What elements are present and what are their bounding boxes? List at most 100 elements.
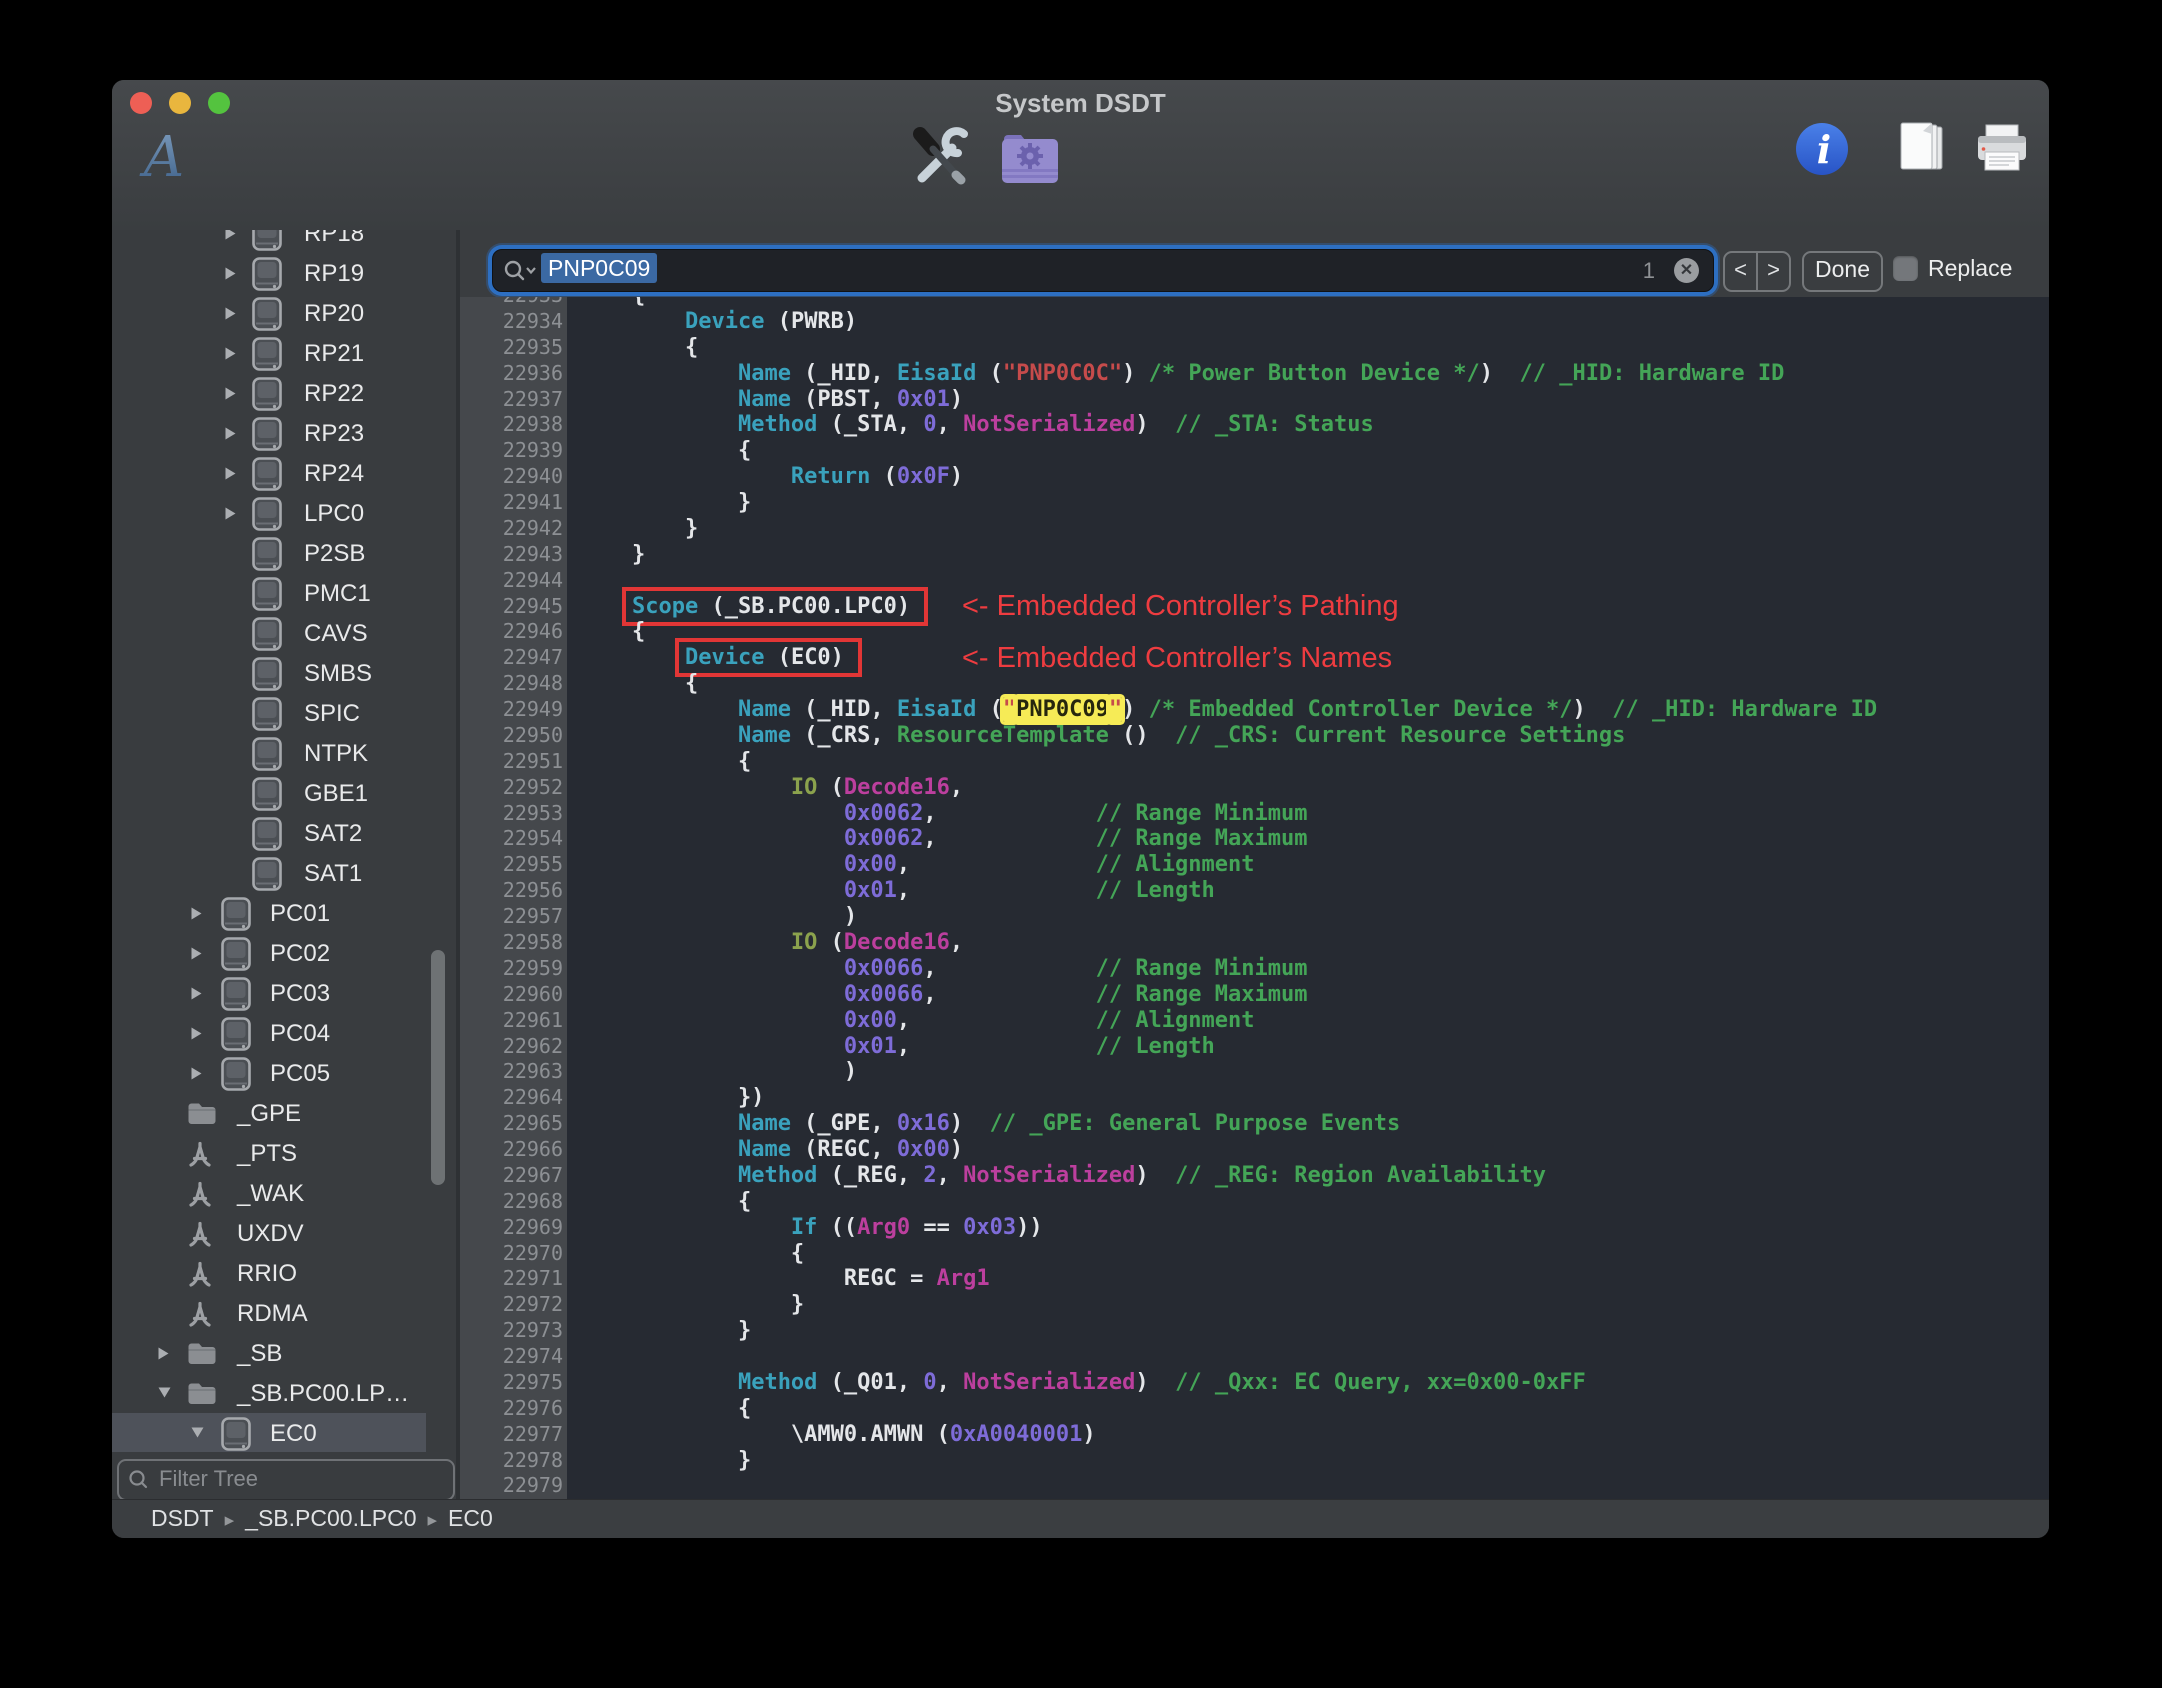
tree-item-CAVS[interactable]: CAVS	[112, 613, 456, 654]
tree-item-RP24[interactable]: RP24	[112, 453, 456, 494]
disclosure-collapsed-icon[interactable]	[190, 1066, 203, 1086]
code-line-22934[interactable]: Device (PWRB)	[567, 309, 2049, 335]
code-line-22964[interactable]: })	[567, 1085, 2049, 1111]
code-line-22948[interactable]: {	[567, 671, 2049, 697]
code-line-22935[interactable]: {	[567, 335, 2049, 361]
tree-item-EC0[interactable]: EC0	[112, 1413, 426, 1452]
tree-item-PC05[interactable]: PC05	[112, 1053, 456, 1094]
code-line-22971[interactable]: REGC = Arg1	[567, 1266, 2049, 1292]
code-line-22951[interactable]: {	[567, 749, 2049, 775]
code-area[interactable]: <- Embedded Controller’s Pathing <- Embe…	[567, 297, 2049, 1500]
disclosure-collapsed-icon[interactable]	[224, 266, 237, 286]
code-line-22933[interactable]: {	[567, 297, 2049, 309]
tree-item-RP22[interactable]: RP22	[112, 373, 456, 414]
tree-item-RRIO[interactable]: RRIO	[112, 1253, 456, 1294]
done-button[interactable]: Done	[1802, 251, 1883, 292]
replace-checkbox[interactable]	[1893, 256, 1918, 281]
tree-item-NTPK[interactable]: NTPK	[112, 733, 456, 774]
code-line-22955[interactable]: 0x00, // Alignment	[567, 852, 2049, 878]
tree-item-UXDV[interactable]: UXDV	[112, 1213, 456, 1254]
tree-item-_SB.PC00.LP…[interactable]: _SB.PC00.LP…	[112, 1373, 456, 1414]
find-next-button[interactable]: >	[1758, 253, 1789, 290]
tree-item-GBE1[interactable]: GBE1	[112, 773, 456, 814]
disclosure-expanded-icon[interactable]	[190, 1426, 205, 1444]
tree-item-SMBS[interactable]: SMBS	[112, 653, 456, 694]
tree-item-LPC0[interactable]: LPC0	[112, 493, 456, 534]
code-line-22946[interactable]: {	[567, 619, 2049, 645]
tree-item-RP19[interactable]: RP19	[112, 253, 456, 294]
code-line-22942[interactable]: }	[567, 516, 2049, 542]
disclosure-collapsed-icon[interactable]	[190, 986, 203, 1006]
code-line-22960[interactable]: 0x0066, // Range Maximum	[567, 982, 2049, 1008]
tree-item-PC01[interactable]: PC01	[112, 893, 456, 934]
code-line-22954[interactable]: 0x0062, // Range Maximum	[567, 826, 2049, 852]
code-line-22939[interactable]: {	[567, 438, 2049, 464]
code-line-22952[interactable]: IO (Decode16,	[567, 775, 2049, 801]
disclosure-collapsed-icon[interactable]	[224, 386, 237, 406]
tree-item-_SB[interactable]: _SB	[112, 1333, 456, 1374]
code-line-22959[interactable]: 0x0066, // Range Minimum	[567, 956, 2049, 982]
code-line-22973[interactable]: }	[567, 1318, 2049, 1344]
code-line-22968[interactable]: {	[567, 1189, 2049, 1215]
code-line-22953[interactable]: 0x0062, // Range Minimum	[567, 801, 2049, 827]
disclosure-collapsed-icon[interactable]	[224, 306, 237, 326]
tree-item-PC02[interactable]: PC02	[112, 933, 456, 974]
disclosure-collapsed-icon[interactable]	[224, 466, 237, 486]
tree-item-_PTS[interactable]: _PTS	[112, 1133, 456, 1174]
tree-item-SAT1[interactable]: SAT1	[112, 853, 456, 894]
code-line-22949[interactable]: Name (_HID, EisaId ("PNP0C09") /* Embedd…	[567, 697, 2049, 723]
code-line-22956[interactable]: 0x01, // Length	[567, 878, 2049, 904]
filter-tree-input[interactable]	[157, 1463, 441, 1495]
search-icon[interactable]	[503, 259, 537, 288]
disclosure-collapsed-icon[interactable]	[224, 230, 237, 246]
clear-search-icon[interactable]: ✕	[1674, 258, 1699, 283]
code-line-22962[interactable]: 0x01, // Length	[567, 1034, 2049, 1060]
code-line-22957[interactable]: )	[567, 904, 2049, 930]
code-line-22936[interactable]: Name (_HID, EisaId ("PNP0C0C") /* Power …	[567, 361, 2049, 387]
code-line-22943[interactable]: }	[567, 542, 2049, 568]
code-line-22961[interactable]: 0x00, // Alignment	[567, 1008, 2049, 1034]
tree-item-SPIC[interactable]: SPIC	[112, 693, 456, 734]
code-line-22979[interactable]	[567, 1473, 2049, 1499]
disclosure-collapsed-icon[interactable]	[190, 946, 203, 966]
compile-button[interactable]: Compile	[902, 125, 976, 261]
tree-item-RP18[interactable]: RP18	[112, 230, 456, 254]
tree-item-P2SB[interactable]: P2SB	[112, 533, 456, 574]
disclosure-collapsed-icon[interactable]	[224, 346, 237, 366]
code-line-22941[interactable]: }	[567, 490, 2049, 516]
code-line-22966[interactable]: Name (REGC, 0x00)	[567, 1137, 2049, 1163]
code-line-22945[interactable]: Scope (_SB.PC00.LPC0)	[567, 594, 2049, 620]
code-line-22978[interactable]: }	[567, 1448, 2049, 1474]
code-line-22963[interactable]: )	[567, 1059, 2049, 1085]
code-line-22969[interactable]: If ((Arg0 == 0x03))	[567, 1215, 2049, 1241]
fonts-button[interactable]: A Fonts	[136, 125, 186, 262]
code-line-22944[interactable]	[567, 568, 2049, 594]
tree-item-RP20[interactable]: RP20	[112, 293, 456, 334]
tree-item-RP23[interactable]: RP23	[112, 413, 456, 454]
disclosure-collapsed-icon[interactable]	[190, 1026, 203, 1046]
code-line-22970[interactable]: {	[567, 1241, 2049, 1267]
sidebar-scrollbar[interactable]	[431, 950, 445, 1185]
print-button[interactable]: Print	[1973, 121, 2031, 257]
tree-item-RP21[interactable]: RP21	[112, 333, 456, 374]
disclosure-collapsed-icon[interactable]	[190, 906, 203, 926]
disclosure-collapsed-icon[interactable]	[157, 1346, 170, 1366]
code-line-22958[interactable]: IO (Decode16,	[567, 930, 2049, 956]
disclosure-collapsed-icon[interactable]	[224, 426, 237, 446]
code-line-22975[interactable]: Method (_Q01, 0, NotSerialized) // _Qxx:…	[567, 1370, 2049, 1396]
summary-button[interactable]: i Summary	[1779, 121, 1865, 257]
code-editor[interactable]: 2293322934229352293622937229382293922940…	[460, 297, 2049, 1500]
find-previous-button[interactable]: <	[1725, 253, 1758, 290]
search-input[interactable]: PNP0C09 1 ✕	[492, 249, 1714, 292]
code-line-22967[interactable]: Method (_REG, 2, NotSerialized) // _REG:…	[567, 1163, 2049, 1189]
code-line-22950[interactable]: Name (_CRS, ResourceTemplate () // _CRS:…	[567, 723, 2049, 749]
disclosure-expanded-icon[interactable]	[157, 1386, 172, 1404]
patch-button[interactable]: Patch	[998, 129, 1062, 265]
code-line-22940[interactable]: Return (0x0F)	[567, 464, 2049, 490]
tree-item-RDMA[interactable]: RDMA	[112, 1293, 456, 1334]
tree-item-PC03[interactable]: PC03	[112, 973, 456, 1014]
code-line-22947[interactable]: Device (EC0)	[567, 645, 2049, 671]
tree-item-_GPE[interactable]: _GPE	[112, 1093, 456, 1134]
code-line-22937[interactable]: Name (PBST, 0x01)	[567, 387, 2049, 413]
code-line-22965[interactable]: Name (_GPE, 0x16) // _GPE: General Purpo…	[567, 1111, 2049, 1137]
